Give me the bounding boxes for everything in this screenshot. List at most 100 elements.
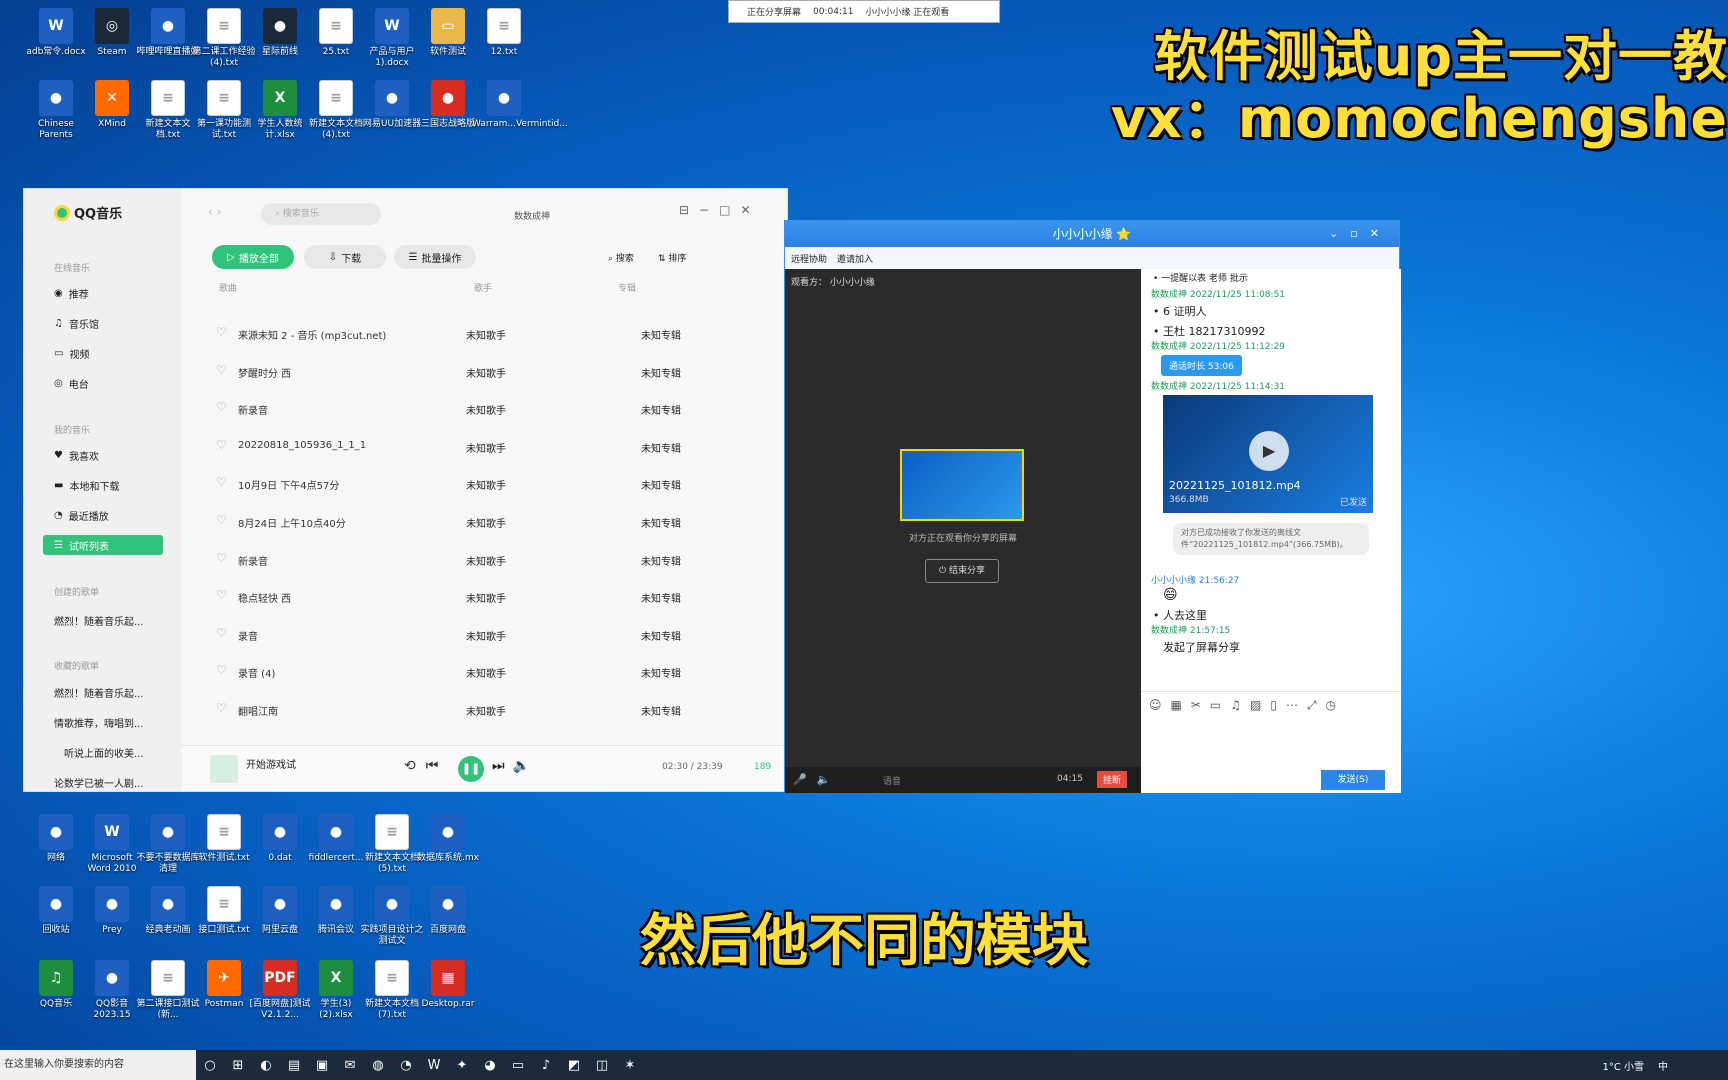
store-icon[interactable]: ▣: [308, 1050, 336, 1080]
nav-radio[interactable]: ◎ 电台: [52, 373, 172, 393]
heart-icon[interactable]: ♡: [216, 363, 227, 377]
batch-button[interactable]: ☰ 批量操作: [394, 245, 476, 269]
nav-liked[interactable]: ♥ 我喜欢: [52, 445, 172, 465]
qqmusic-icon[interactable]: ♪: [532, 1050, 560, 1080]
mic-speaker-icons[interactable]: 🎤🔈: [793, 773, 840, 786]
song-row[interactable]: ♡ 录音 未知歌手 未知专辑: [214, 616, 774, 653]
song-album[interactable]: 未知专辑: [641, 515, 681, 530]
chat-tool-icons[interactable]: ☺▦✂▭♫▨▯⋯⤢◷: [1149, 698, 1345, 713]
song-artist[interactable]: 未知歌手: [466, 665, 506, 680]
collected-playlist-item[interactable]: 燃烈！随着音乐起...: [54, 685, 144, 700]
song-album[interactable]: 未知专辑: [641, 365, 681, 380]
heart-icon[interactable]: ♡: [216, 701, 227, 715]
ime-indicator[interactable]: 中: [1658, 1058, 1668, 1073]
back-forward-arrows[interactable]: ‹ ›: [208, 205, 221, 219]
desktop-icon[interactable]: ≡ 12.txt: [472, 8, 536, 58]
song-row[interactable]: ♡ 10月9日 下午4点57分 未知歌手 未知专辑: [214, 465, 774, 502]
desktop-icon[interactable]: ● 经典老动画: [136, 886, 200, 936]
heart-icon[interactable]: ♡: [216, 513, 227, 527]
mute-label[interactable]: 语音: [883, 774, 901, 787]
heart-icon[interactable]: ♡: [216, 475, 227, 489]
nav-music-hall[interactable]: ♫ 音乐馆: [52, 313, 172, 333]
word-icon[interactable]: W: [420, 1050, 448, 1080]
desktop-icon[interactable]: ≡ 第一课功能测试.txt: [192, 80, 256, 141]
mail-icon[interactable]: ✉: [336, 1050, 364, 1080]
song-artist[interactable]: 未知歌手: [466, 553, 506, 568]
desktop-icon[interactable]: ● QQ影音2023.15: [80, 960, 144, 1021]
desktop-icon[interactable]: ● Prey: [80, 886, 144, 936]
desktop-icon[interactable]: ≡ 新建文本文档 (4).txt: [304, 80, 368, 141]
explorer-icon[interactable]: ▤: [280, 1050, 308, 1080]
song-row[interactable]: ♡ 20220818_105936_1_1_1 未知歌手 未知专辑: [214, 428, 774, 465]
heart-icon[interactable]: ♡: [216, 400, 227, 414]
song-album[interactable]: 未知专辑: [641, 327, 681, 342]
desktop-icon[interactable]: ● 阿里云盘: [248, 886, 312, 936]
song-row[interactable]: ♡ 来源未知 2 - 音乐 (mp3cut.net) 未知歌手 未知专辑: [214, 315, 774, 352]
song-album[interactable]: 未知专辑: [641, 402, 681, 417]
desktop-icon[interactable]: ● 百度网盘: [416, 886, 480, 936]
desktop-icon[interactable]: ♫ QQ音乐: [24, 960, 88, 1010]
desktop-icon[interactable]: ● Warram...Vermintid...: [472, 80, 568, 130]
nav-video[interactable]: ▭ 视频: [52, 343, 172, 363]
nav-trial-list[interactable]: ☰ 试听列表: [43, 535, 163, 555]
chat-window-controls[interactable]: ⌄▫✕: [1329, 227, 1391, 240]
desktop-icon[interactable]: ≡ 新建文本文档 (7).txt: [360, 960, 424, 1021]
song-album[interactable]: 未知专辑: [641, 590, 681, 605]
hangup-button[interactable]: 挂断: [1097, 771, 1128, 788]
song-artist[interactable]: 未知歌手: [466, 477, 506, 492]
song-artist[interactable]: 未知歌手: [466, 440, 506, 455]
search-button[interactable]: ⌕ 搜索: [608, 251, 634, 264]
video-message[interactable]: ▶ 20221125_101812.mp4 366.8MB 已发送: [1163, 395, 1373, 513]
song-album[interactable]: 未知专辑: [641, 553, 681, 568]
playback-controls[interactable]: ⟲⏮: [404, 758, 448, 774]
collected-playlist-item[interactable]: 情歌推荐，嗨唱到...: [54, 715, 144, 730]
desktop-icon[interactable]: ≡ 25.txt: [304, 8, 368, 58]
firefox-icon[interactable]: ◍: [364, 1050, 392, 1080]
song-artist[interactable]: 未知歌手: [466, 365, 506, 380]
stop-share-button[interactable]: ⏻ 结束分享: [925, 559, 999, 583]
playlist-count[interactable]: 189: [754, 762, 771, 772]
nav-local[interactable]: ▬ 本地和下载: [52, 475, 172, 495]
app-icon[interactable]: ✶: [616, 1050, 644, 1080]
collected-playlist-item[interactable]: 论数学已被一人剧...: [54, 775, 144, 790]
collected-playlist-item[interactable]: 听说上面的收美...: [64, 745, 144, 760]
desktop-icon[interactable]: ≡ 新建文本文档.txt: [136, 80, 200, 141]
desktop-icon[interactable]: W 产品与用户1).docx: [360, 8, 424, 69]
user-name[interactable]: 数数成神: [514, 209, 550, 222]
desktop-icon[interactable]: PDF [百度网盘]测试V2.1.2...: [248, 960, 312, 1021]
taskbar-search[interactable]: 在这里输入你要搜索的内容: [0, 1050, 196, 1080]
song-row[interactable]: ♡ 新录音 未知歌手 未知专辑: [214, 390, 774, 427]
desktop-icon[interactable]: ● 网易UU加速器: [360, 80, 424, 130]
chat-input-area[interactable]: ☺▦✂▭♫▨▯⋯⤢◷ 发送(S): [1141, 691, 1401, 793]
song-artist[interactable]: 未知歌手: [466, 590, 506, 605]
song-album[interactable]: 未知专辑: [641, 628, 681, 643]
song-artist[interactable]: 未知歌手: [466, 628, 506, 643]
heart-icon[interactable]: ♡: [216, 325, 227, 339]
desktop-icon[interactable]: ● 哔哩哔哩直播姬: [136, 8, 200, 58]
desktop-icon[interactable]: ● 实践项目设计之测试文: [360, 886, 424, 947]
song-album[interactable]: 未知专辑: [641, 477, 681, 492]
play-all-button[interactable]: ▷ 播放全部: [212, 245, 294, 269]
desktop-icon[interactable]: ◎ Steam: [80, 8, 144, 58]
qq-mail-icon[interactable]: ✦: [448, 1050, 476, 1080]
desktop-icon[interactable]: X 学生(3)(2).xlsx: [304, 960, 368, 1021]
window-controls[interactable]: ⊟−□✕: [679, 203, 761, 217]
desktop-icon[interactable]: ● 数据库系统.mx: [416, 814, 480, 864]
wechat-icon[interactable]: ◕: [476, 1050, 504, 1080]
song-row[interactable]: ♡ 录音 (4) 未知歌手 未知专辑: [214, 653, 774, 690]
heart-icon[interactable]: ♡: [216, 663, 227, 677]
widgets-icon[interactable]: ⊞: [224, 1050, 252, 1080]
song-row[interactable]: ♡ 新录音 未知歌手 未知专辑: [214, 541, 774, 578]
song-artist[interactable]: 未知歌手: [466, 515, 506, 530]
desktop-icon[interactable]: ≡ 软件测试.txt: [192, 814, 256, 864]
heart-icon[interactable]: ♡: [216, 551, 227, 565]
pause-button[interactable]: ❚❚: [458, 756, 484, 782]
song-row[interactable]: ♡ 梦醒时分 西 未知歌手 未知专辑: [214, 353, 774, 390]
screen-share-icon[interactable]: ▭: [504, 1050, 532, 1080]
sort-button[interactable]: ⇅ 排序: [658, 251, 686, 264]
desktop-icon[interactable]: ▭ 软件测试: [416, 8, 480, 58]
desktop-icon[interactable]: ● 0.dat: [248, 814, 312, 864]
desktop-icon[interactable]: ≡ 第二课工作经验(4).txt: [192, 8, 256, 69]
song-album[interactable]: 未知专辑: [641, 665, 681, 680]
song-album[interactable]: 未知专辑: [641, 440, 681, 455]
